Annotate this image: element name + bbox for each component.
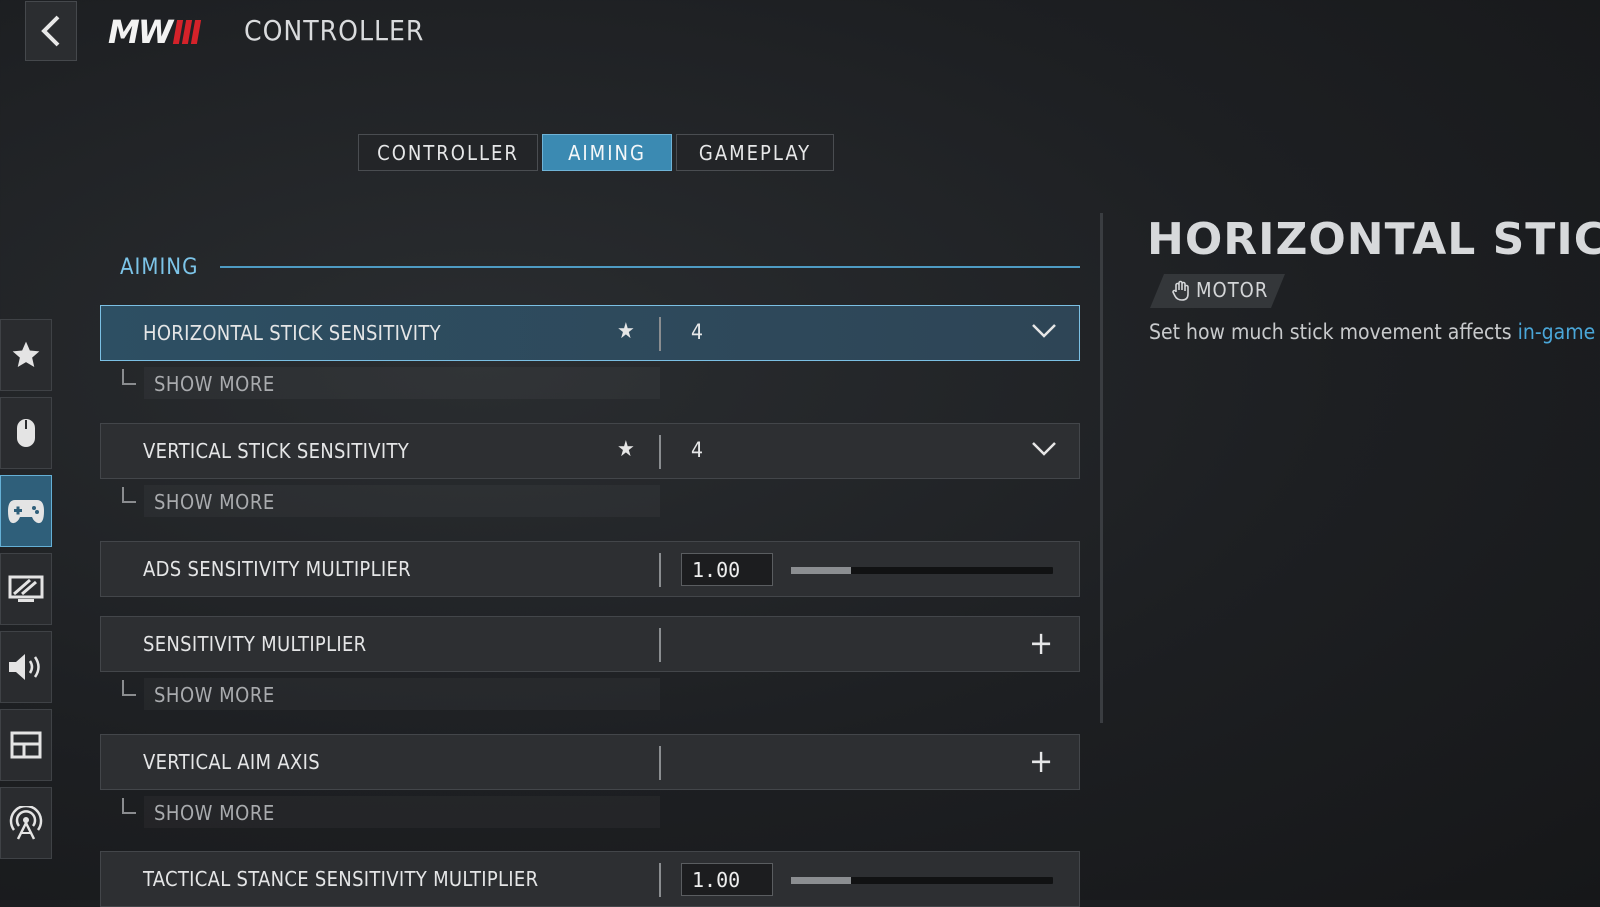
section-title: AIMING (120, 255, 199, 280)
setting-value: 4 (691, 438, 704, 462)
mouse-icon (17, 419, 35, 447)
sidebar-item-graphics[interactable] (0, 553, 52, 625)
setting-vertical-stick-sensitivity[interactable]: VERTICAL STICK SENSITIVITY ★ 4 (100, 423, 1080, 479)
back-button[interactable] (25, 1, 77, 61)
description-link[interactable]: in-game (1518, 320, 1596, 344)
row-divider (659, 435, 661, 469)
setting-tactical-stance-sensitivity-multiplier[interactable]: TACTICAL STANCE SENSITIVITY MULTIPLIER 1… (100, 851, 1080, 907)
tab-aiming[interactable]: AIMING (542, 134, 672, 171)
slider-track[interactable] (791, 567, 1053, 574)
logo-text: MW (108, 13, 173, 51)
row-divider (659, 746, 661, 780)
tab-gameplay[interactable]: GAMEPLAY (676, 134, 834, 171)
chevron-down-icon[interactable] (1031, 322, 1057, 340)
section-divider (220, 266, 1080, 268)
setting-ads-sensitivity-multiplier[interactable]: ADS SENSITIVITY MULTIPLIER 1.00 (100, 541, 1080, 597)
row-divider (659, 628, 661, 662)
panel-separator (1100, 213, 1103, 723)
slider-fill (791, 567, 852, 574)
motor-badge: MOTOR (1150, 274, 1285, 308)
row-divider (659, 553, 661, 587)
expand-plus-icon[interactable]: + (1029, 624, 1053, 662)
expand-plus-icon[interactable]: + (1029, 742, 1053, 780)
value-input[interactable]: 1.00 (681, 863, 773, 896)
show-more-label: SHOW MORE (154, 801, 275, 825)
favorite-star-icon[interactable]: ★ (617, 437, 635, 462)
game-logo: MW (108, 13, 202, 51)
sidebar-item-interface[interactable] (0, 709, 52, 781)
sidebar-item-audio[interactable] (0, 631, 52, 703)
value-input[interactable]: 1.00 (681, 553, 773, 586)
hand-icon (1172, 280, 1189, 301)
row-divider (659, 317, 661, 351)
setting-label: SENSITIVITY MULTIPLIER (143, 632, 367, 656)
show-more-label: SHOW MORE (154, 490, 275, 514)
setting-label: VERTICAL AIM AXIS (143, 750, 320, 774)
slider-track[interactable] (791, 877, 1053, 884)
show-more-label: SHOW MORE (154, 683, 275, 707)
chevron-left-icon (41, 15, 60, 47)
show-more-sensitivity-multiplier[interactable]: SHOW MORE (120, 678, 660, 712)
show-more-horizontal[interactable]: SHOW MORE (120, 367, 660, 401)
setting-value: 4 (691, 320, 704, 344)
sidebar-item-network[interactable] (0, 787, 52, 859)
logo-bars (173, 20, 202, 44)
setting-label: HORIZONTAL STICK SENSITIVITY (143, 321, 441, 345)
show-more-vertical[interactable]: SHOW MORE (120, 485, 660, 519)
description-text: Set how much stick movement affects (1149, 320, 1518, 344)
setting-label: VERTICAL STICK SENSITIVITY (143, 439, 410, 463)
badge-label: MOTOR (1196, 278, 1269, 302)
speaker-icon (9, 654, 40, 680)
show-more-label: SHOW MORE (154, 372, 275, 396)
detail-title: HORIZONTAL STICK (1147, 214, 1600, 265)
network-icon (9, 806, 43, 840)
page-title: CONTROLLER (244, 14, 425, 47)
interface-icon (10, 731, 42, 759)
star-icon (12, 341, 40, 367)
setting-vertical-aim-axis[interactable]: VERTICAL AIM AXIS + (100, 734, 1080, 790)
tab-controller[interactable]: CONTROLLER (358, 134, 538, 171)
setting-label: ADS SENSITIVITY MULTIPLIER (143, 557, 411, 581)
show-more-vertical-aim-axis[interactable]: SHOW MORE (120, 796, 660, 830)
row-divider (659, 863, 661, 897)
setting-label: TACTICAL STANCE SENSITIVITY MULTIPLIER (143, 867, 539, 891)
favorite-star-icon[interactable]: ★ (617, 319, 635, 344)
chevron-down-icon[interactable] (1031, 440, 1057, 458)
sidebar-item-controller[interactable] (0, 475, 52, 547)
display-icon (8, 575, 44, 602)
sidebar-item-favorites[interactable] (0, 319, 52, 391)
gamepad-icon (8, 500, 44, 524)
setting-horizontal-stick-sensitivity[interactable]: HORIZONTAL STICK SENSITIVITY ★ 4 (100, 305, 1080, 361)
sidebar-item-mouse[interactable] (0, 397, 52, 469)
detail-description: Set how much stick movement affects in-g… (1149, 320, 1595, 344)
slider-fill (791, 877, 852, 884)
setting-sensitivity-multiplier[interactable]: SENSITIVITY MULTIPLIER + (100, 616, 1080, 672)
